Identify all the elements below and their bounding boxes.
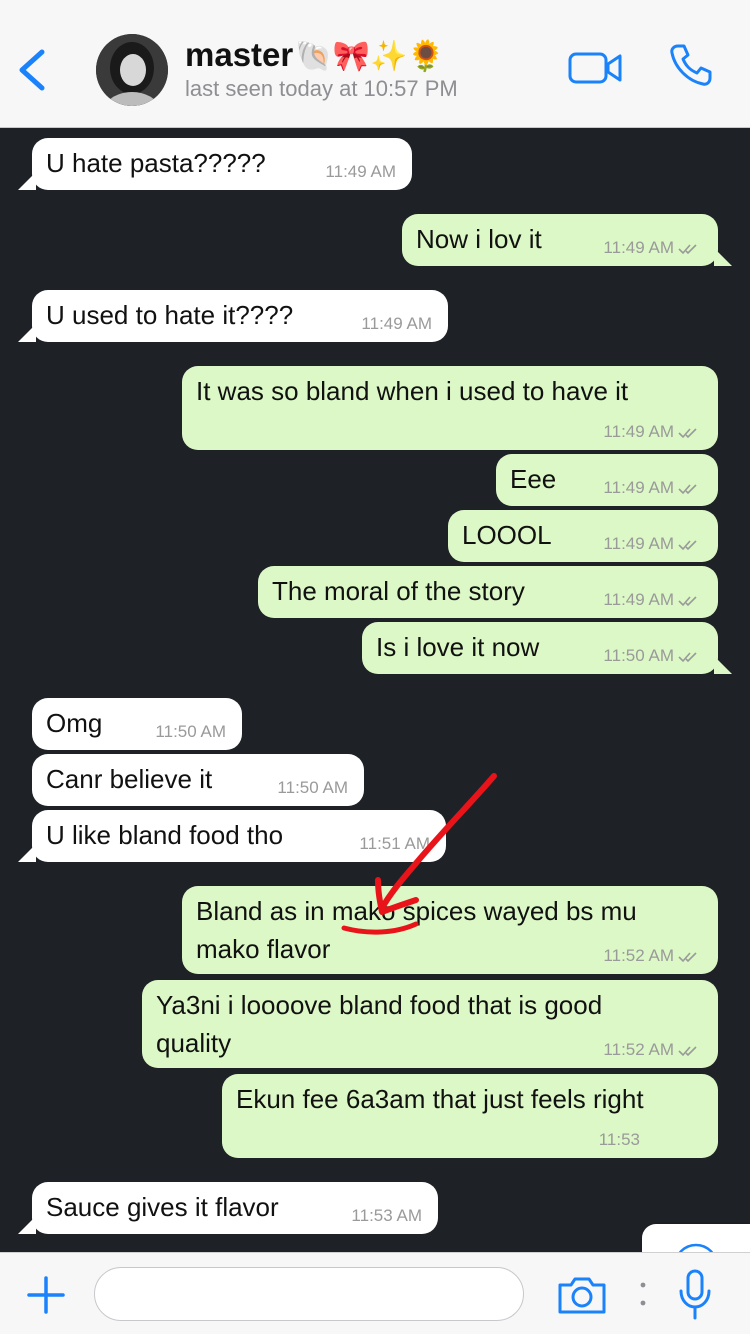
message-bubble-outgoing[interactable]: LOOOL 11:49 AM (448, 510, 718, 562)
message-bubble-incoming[interactable]: U used to hate it???? 11:49 AM (18, 290, 448, 342)
message-bubble-outgoing[interactable]: Bland as in mako spices wayed bs mu mako… (182, 886, 718, 974)
read-receipt-icon (678, 595, 697, 606)
back-chevron-icon[interactable] (14, 46, 48, 94)
message-time: 11:49 AM (603, 238, 674, 257)
message-list[interactable]: U hate pasta????? 11:49 AM Now i lov it … (0, 128, 750, 1304)
read-receipt-icon (678, 1045, 697, 1056)
message-time: 11:52 AM (603, 946, 674, 965)
bubble-tail (18, 324, 36, 342)
message-bubble-incoming[interactable]: Canr believe it 11:50 AM (32, 754, 364, 806)
message-time: 11:53 (598, 1130, 640, 1149)
message-bubble-incoming[interactable]: Omg 11:50 AM (32, 698, 242, 750)
read-receipt-icon (678, 951, 697, 962)
message-time: 11:49 AM (603, 478, 674, 497)
message-bubble-incoming[interactable]: U like bland food tho 11:51 AM (18, 810, 446, 862)
microphone-icon[interactable] (678, 1269, 712, 1321)
phone-call-icon[interactable] (668, 42, 714, 88)
last-seen-status: last seen today at 10:57 PM (185, 76, 458, 101)
bubble-tail (714, 248, 732, 266)
message-time-wrap: 11:49 AM (603, 422, 700, 442)
message-time: 11:53 AM (351, 1206, 422, 1225)
message-bubble-outgoing[interactable]: It was so bland when i used to have it 1… (182, 366, 718, 450)
message-time-wrap: 11:50 AM (603, 646, 700, 666)
message-text: Ekun fee 6a3am that just feels right (236, 1084, 644, 1114)
message-time: 11:51 AM (359, 834, 430, 853)
message-text-line: Bland as in mako spices wayed bs mu (196, 896, 637, 926)
chat-header: master🐚🎀✨🌻 last seen today at 10:57 PM (0, 0, 750, 128)
message-text: It was so bland when i used to have it (196, 376, 629, 406)
contact-avatar[interactable] (96, 34, 168, 106)
message-time-wrap: 11:52 AM (603, 946, 700, 966)
message-bubble-outgoing[interactable]: Is i love it now 11:50 AM (362, 622, 732, 674)
message-bubble-outgoing[interactable]: Eee 11:49 AM (496, 454, 718, 506)
message-time: 11:49 AM (603, 534, 674, 553)
message-time-wrap: 11:52 AM (603, 1040, 700, 1060)
message-text-line: Ya3ni i loooove bland food that is good (156, 990, 603, 1020)
message-time: 11:50 AM (277, 778, 348, 797)
message-bubble-incoming[interactable]: U hate pasta????? 11:49 AM (18, 138, 412, 190)
bubble-tail (714, 656, 732, 674)
camera-icon[interactable] (556, 1275, 608, 1315)
plus-icon[interactable] (26, 1275, 66, 1315)
message-bubble-outgoing[interactable]: Ekun fee 6a3am that just feels right 11:… (222, 1074, 718, 1158)
message-bubble-outgoing[interactable]: Ya3ni i loooove bland food that is good … (142, 980, 718, 1068)
message-time: 11:49 AM (361, 314, 432, 333)
message-composer (0, 1252, 750, 1334)
message-time-wrap: 11:49 AM (603, 238, 700, 258)
read-receipt-icon (678, 243, 697, 254)
read-receipt-icon (678, 427, 697, 438)
message-bubble-outgoing[interactable]: The moral of the story 11:49 AM (258, 566, 718, 618)
bubble-tail (18, 844, 36, 862)
message-time: 11:49 AM (603, 422, 674, 441)
message-time: 11:50 AM (603, 646, 674, 665)
read-receipt-icon (678, 483, 697, 494)
message-time-wrap: 11:49 AM (603, 478, 700, 498)
contact-name[interactable]: master🐚🎀✨🌻 (185, 36, 445, 74)
message-time: 11:49 AM (325, 162, 396, 181)
read-receipt-icon (678, 539, 697, 550)
more-dots-icon[interactable] (638, 1277, 648, 1311)
message-time: 11:52 AM (603, 1040, 674, 1059)
contact-name-text: master (185, 36, 294, 73)
video-call-icon[interactable] (568, 50, 622, 86)
message-bubble-outgoing[interactable]: Now i lov it 11:49 AM (402, 214, 732, 266)
message-input[interactable] (94, 1267, 524, 1321)
message-time: 11:49 AM (603, 590, 674, 609)
contact-name-emojis: 🐚🎀✨🌻 (295, 40, 445, 73)
bubble-tail (18, 172, 36, 190)
read-receipt-icon (678, 651, 697, 662)
message-time: 11:50 AM (155, 722, 226, 741)
message-time-wrap: 11:49 AM (603, 590, 700, 610)
bubble-tail (18, 1216, 36, 1234)
message-bubble-incoming[interactable]: Sauce gives it flavor 11:53 AM (18, 1182, 438, 1234)
message-time-wrap: 11:49 AM (603, 534, 700, 554)
